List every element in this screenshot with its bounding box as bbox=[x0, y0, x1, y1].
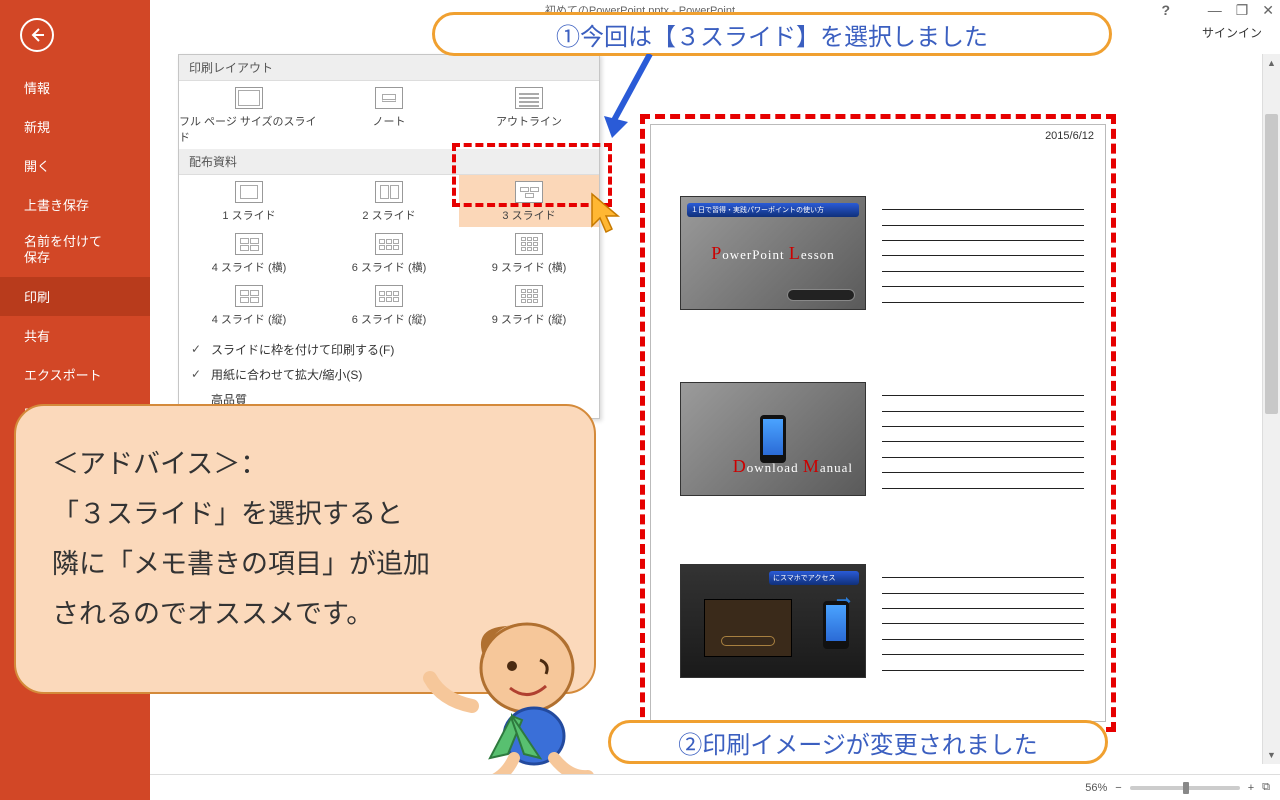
handout-1[interactable]: 1 スライド bbox=[179, 175, 319, 227]
close-button[interactable]: ✕ bbox=[1262, 2, 1274, 19]
print-preview-area: 2015/6/12 １日で習得・実践パワーポイントの使い方 PowerPoint… bbox=[644, 118, 1112, 728]
preview-notes-lines bbox=[882, 382, 1084, 502]
handout-2[interactable]: 2 スライド bbox=[319, 175, 459, 227]
preview-date: 2015/6/12 bbox=[1045, 130, 1094, 142]
zoom-percent: 56% bbox=[1085, 782, 1107, 794]
handout-9v[interactable]: 9 スライド (縦) bbox=[459, 279, 599, 331]
sidebar-item-share[interactable]: 共有 bbox=[0, 316, 150, 355]
opt-frame-slides[interactable]: ✓スライドに枠を付けて印刷する(F) bbox=[179, 337, 599, 362]
layout-outline[interactable]: アウトライン bbox=[459, 81, 599, 149]
preview-notes-lines bbox=[882, 564, 1084, 684]
vertical-scrollbar[interactable]: ▲ ▼ bbox=[1262, 54, 1280, 764]
handout-4v[interactable]: 4 スライド (縦) bbox=[179, 279, 319, 331]
handout-6v[interactable]: 6 スライド (縦) bbox=[319, 279, 459, 331]
preview-slide-2: Download Manual bbox=[680, 382, 866, 496]
sidebar-item-open[interactable]: 開く bbox=[0, 146, 150, 185]
check-icon: ✓ bbox=[191, 342, 201, 356]
zoom-slider[interactable] bbox=[1130, 786, 1240, 790]
restore-button[interactable]: ❐ bbox=[1236, 2, 1249, 19]
print-layout-dropdown: 印刷レイアウト フル ページ サイズのスライド ノート アウトライン 配布資料 … bbox=[178, 54, 600, 419]
annotation-callout-1: ①今回は【３スライド】を選択しました bbox=[432, 12, 1112, 56]
sidebar-item-new[interactable]: 新規 bbox=[0, 107, 150, 146]
scroll-up-button[interactable]: ▲ bbox=[1263, 54, 1280, 72]
sidebar-item-save[interactable]: 上書き保存 bbox=[0, 185, 150, 224]
zoom-out-button[interactable]: − bbox=[1115, 782, 1121, 794]
sidebar-item-info[interactable]: 情報 bbox=[0, 68, 150, 107]
handout-4h[interactable]: 4 スライド (横) bbox=[179, 227, 319, 279]
preview-slide-1: １日で習得・実践パワーポイントの使い方 PowerPoint Lesson bbox=[680, 196, 866, 310]
fit-to-window-button[interactable]: ⧉ bbox=[1262, 781, 1270, 794]
sidebar-item-print[interactable]: 印刷 bbox=[0, 277, 150, 316]
handout-9h[interactable]: 9 スライド (横) bbox=[459, 227, 599, 279]
status-bar: 56% − + ⧉ bbox=[150, 774, 1280, 800]
panel-section-handouts: 配布資料 bbox=[179, 149, 599, 175]
layout-full-page[interactable]: フル ページ サイズのスライド bbox=[179, 81, 319, 149]
handout-6h[interactable]: 6 スライド (横) bbox=[319, 227, 459, 279]
check-icon: ✓ bbox=[191, 367, 201, 381]
preview-page: 2015/6/12 １日で習得・実践パワーポイントの使い方 PowerPoint… bbox=[650, 124, 1106, 722]
minimize-button[interactable]: — bbox=[1208, 2, 1222, 19]
preview-slide-3: にスマホでアクセス ➡ bbox=[680, 564, 866, 678]
zoom-in-button[interactable]: + bbox=[1248, 782, 1254, 794]
sidebar-item-export[interactable]: エクスポート bbox=[0, 355, 150, 394]
annotation-callout-2: ②印刷イメージが変更されました bbox=[608, 720, 1108, 764]
panel-section-print-layout: 印刷レイアウト bbox=[179, 55, 599, 81]
opt-scale-to-fit[interactable]: ✓用紙に合わせて拡大/縮小(S) bbox=[179, 362, 599, 387]
mascot-illustration bbox=[412, 608, 602, 798]
handout-3[interactable]: 3 スライド bbox=[459, 175, 599, 227]
help-button[interactable]: ? bbox=[1161, 2, 1170, 18]
scrollbar-thumb[interactable] bbox=[1265, 114, 1278, 414]
layout-notes[interactable]: ノート bbox=[319, 81, 459, 149]
signin-link[interactable]: サインイン bbox=[1202, 24, 1262, 41]
scroll-down-button[interactable]: ▼ bbox=[1263, 746, 1280, 764]
back-button[interactable] bbox=[20, 18, 54, 52]
preview-notes-lines bbox=[882, 196, 1084, 316]
sidebar-item-saveas[interactable]: 名前を付けて 保存 bbox=[0, 224, 150, 277]
